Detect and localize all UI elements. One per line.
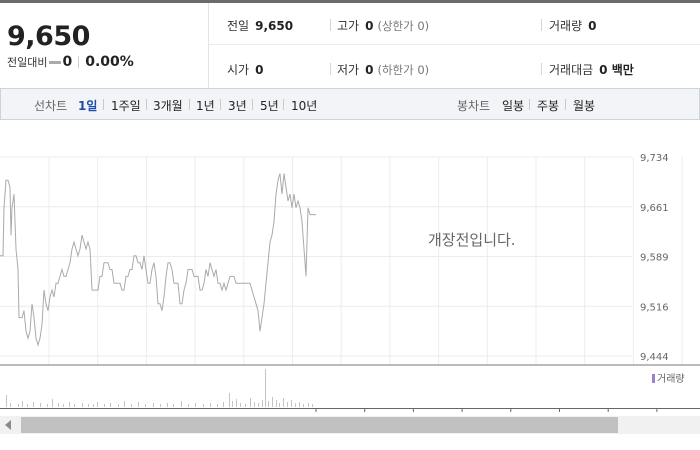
candle-chart-label: 봉차트 [457,99,491,113]
price-chart-svg: 9,734 9,661 9,589 9,516 9,444 개장전입니다. 거래량 [0,153,700,412]
volume-value: 0 [588,19,597,33]
y-tick-label: 9,516 [640,302,669,313]
volume-bars [6,369,313,407]
open-value: 0 [255,63,264,77]
volume-info: 거래량 0 [549,17,596,34]
scroll-thumb[interactable] [21,417,618,433]
amount-label: 거래대금 [549,63,594,77]
volume-label: 거래량 [549,19,583,33]
tab-1-day[interactable]: 1일 [78,97,97,114]
tab-monthly-candle[interactable]: 월봉 [573,97,595,114]
summary-row-divider [208,44,700,45]
tab-divider [529,99,530,110]
quote-summary: 9,650 전일대비 0 0.00% 전일 9,650 고가 0 (상한가 0) 거래… [0,3,700,88]
y-tick-label: 9,444 [640,352,669,363]
info-divider [541,19,542,31]
tab-5-years[interactable]: 5년 [260,97,279,114]
current-price: 9,650 [7,21,90,52]
tab-1-year[interactable]: 1년 [196,97,215,114]
low-price: 저가 0 (하한가 0) [337,61,429,78]
line-chart-label: 선차트 [34,99,68,113]
info-divider [541,63,542,75]
open-price: 시가 0 [227,61,263,78]
price-line [0,173,316,347]
tab-divider [220,99,221,110]
info-divider [330,19,331,31]
high-label: 고가 [337,19,360,33]
tab-divider [146,99,147,110]
tab-divider [103,99,104,110]
upper-limit: (상한가 0) [377,19,430,33]
tab-3-years[interactable]: 3년 [228,97,247,114]
chart-scrollbar[interactable] [0,416,700,434]
lower-limit: (하한가 0) [377,63,430,77]
period-tabs: 선차트 1일 1주일 3개월 1년 3년 5년 10년 봉차트 일봉 주봉 월봉 [0,88,700,120]
tab-3-months[interactable]: 3개월 [153,97,183,114]
prev-close: 전일 9,650 [227,17,293,34]
info-divider [330,63,331,75]
change-percent: 0.00% [85,54,134,70]
change-value: 0 [62,54,73,70]
tab-divider [565,99,566,110]
tab-daily-candle[interactable]: 일봉 [502,97,524,114]
amount-value: 0 백만 [599,63,634,77]
change-line: 전일대비 0 0.00% [7,54,134,70]
low-value: 0 [365,63,374,77]
y-axis-labels: 9,734 9,661 9,589 9,516 9,444 [640,153,669,363]
chart-grid [0,156,683,365]
scroll-left-arrow-icon[interactable] [5,420,11,430]
intraday-chart: 9,734 9,661 9,589 9,516 9,444 개장전입니다. 거래량 [0,120,700,412]
y-tick-label: 9,734 [640,153,669,164]
tab-divider [283,99,284,110]
tab-divider [252,99,253,110]
high-price: 고가 0 (상한가 0) [337,17,429,34]
volume-legend-swatch [652,374,655,383]
price-box: 9,650 전일대비 0 0.00% [0,3,209,88]
tab-weekly-candle[interactable]: 주봉 [537,97,559,114]
trade-amount: 거래대금 0 백만 [549,61,634,78]
y-tick-label: 9,589 [640,253,669,264]
tab-1-week[interactable]: 1주일 [111,97,141,114]
y-tick-label: 9,661 [640,203,669,214]
change-divider [78,56,80,68]
tab-divider [189,99,190,110]
change-label: 전일대비 [7,56,48,69]
unchanged-dash-icon [49,60,62,64]
open-label: 시가 [227,63,250,77]
prev-close-label: 전일 [227,19,250,33]
prev-close-value: 9,650 [255,19,294,33]
low-label: 저가 [337,63,360,77]
tab-10-years[interactable]: 10년 [291,97,317,114]
high-value: 0 [365,19,374,33]
volume-legend-label: 거래량 [657,373,685,385]
pre-market-message: 개장전입니다. [428,231,516,249]
